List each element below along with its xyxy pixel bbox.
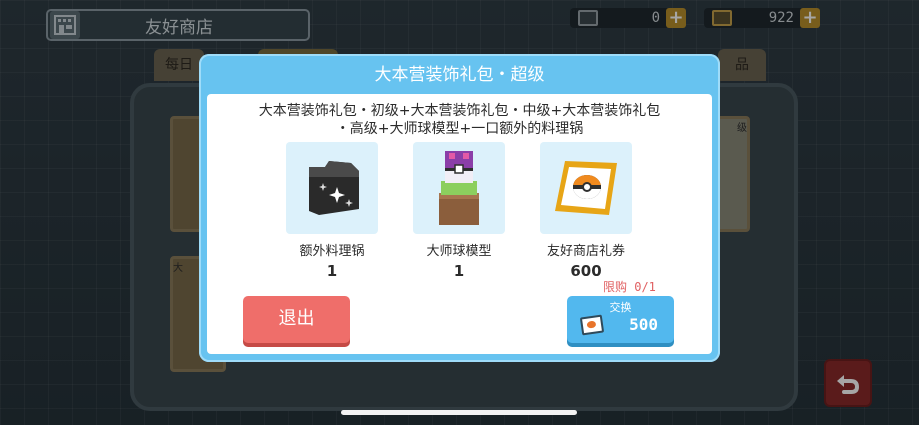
item-tile <box>286 142 378 234</box>
bundle-item: 大师球模型 1 <box>413 142 505 280</box>
bundle-description-line1: 大本营装饰礼包・初级+大本营装饰礼包・中级+大本营装饰礼包 <box>258 103 661 119</box>
item-name: 额外料理锅 <box>299 244 365 259</box>
bundle-description: 大本营装饰礼包・初级+大本营装饰礼包・中级+大本营装饰礼包 ・高级+大师球模型+… <box>237 102 682 138</box>
home-indicator[interactable] <box>341 410 577 415</box>
exchange-label: 交换 <box>609 301 632 314</box>
dialog-body: 大本营装饰礼包・初级+大本营装饰礼包・中级+大本营装饰礼包 ・高级+大师球模型+… <box>207 94 712 354</box>
master-ball-model-icon <box>439 151 479 225</box>
bundle-dialog: 大本营装饰礼包・超级 大本营装饰礼包・初级+大本营装饰礼包・中级+大本营装饰礼包… <box>199 54 720 362</box>
cooking-pot-icon <box>309 161 359 215</box>
item-name: 大师球模型 <box>426 244 492 259</box>
item-quantity: 1 <box>326 262 338 280</box>
exit-button[interactable]: 退出 <box>243 296 350 343</box>
item-tile <box>413 142 505 234</box>
ticket-icon <box>579 314 605 336</box>
exchange-price: 500 <box>629 315 658 334</box>
bundle-description-line2: ・高级+大师球模型+一口额外的料理锅 <box>335 121 584 137</box>
item-tile <box>540 142 632 234</box>
bundle-item: 额外料理锅 1 <box>286 142 378 280</box>
bundle-item: 友好商店礼券 600 <box>540 142 632 280</box>
item-name: 友好商店礼券 <box>546 244 625 259</box>
exchange-button[interactable]: 交换 500 <box>567 296 674 343</box>
purchase-limit: 限购 0/1 <box>603 280 656 294</box>
dialog-title: 大本营装饰礼包・超级 <box>374 65 545 85</box>
item-quantity: 1 <box>453 262 465 280</box>
shop-ticket-icon <box>555 161 617 215</box>
